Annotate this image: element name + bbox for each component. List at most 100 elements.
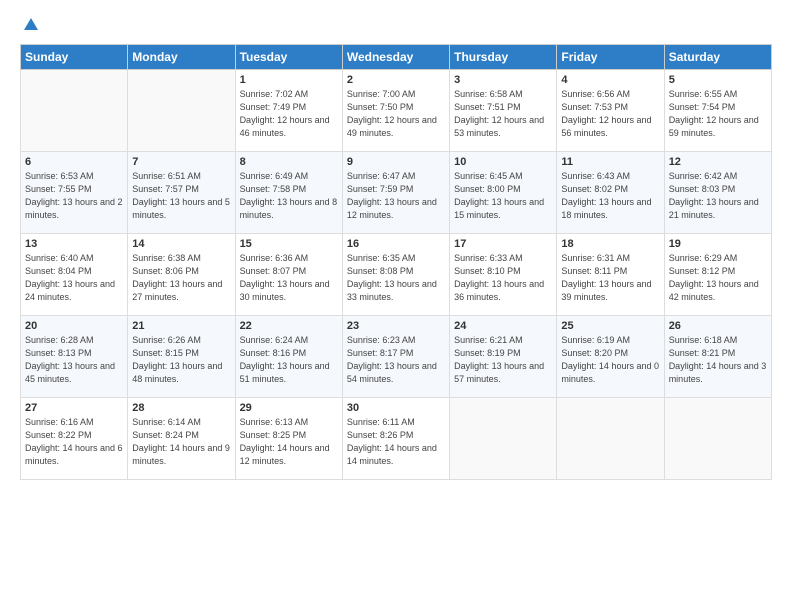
day-cell <box>21 70 128 152</box>
weekday-header-row: SundayMondayTuesdayWednesdayThursdayFrid… <box>21 45 772 70</box>
day-info: Sunrise: 6:53 AM Sunset: 7:55 PM Dayligh… <box>25 170 123 222</box>
week-row-3: 13 Sunrise: 6:40 AM Sunset: 8:04 PM Dayli… <box>21 234 772 316</box>
day-number: 27 <box>25 402 123 414</box>
day-cell <box>557 398 664 480</box>
day-number: 1 <box>240 74 338 86</box>
day-cell: 17Sunrise: 6:33 AM Sunset: 8:10 PM Dayli… <box>450 234 557 316</box>
logo <box>20 16 40 34</box>
day-number: 12 <box>669 156 767 168</box>
calendar: SundayMondayTuesdayWednesdayThursdayFrid… <box>20 44 772 480</box>
day-number: 7 <box>132 156 230 168</box>
day-number: 21 <box>132 320 230 332</box>
day-number: 22 <box>240 320 338 332</box>
day-number: 17 <box>454 238 552 250</box>
weekday-header-monday: Monday <box>128 45 235 70</box>
day-info: Sunrise: 6:23 AM Sunset: 8:17 PM Dayligh… <box>347 334 445 386</box>
day-number: 26 <box>669 320 767 332</box>
day-cell: 24Sunrise: 6:21 AM Sunset: 8:19 PM Dayli… <box>450 316 557 398</box>
day-cell: 28 Sunrise: 6:14 AM Sunset: 8:24 PM Dayli… <box>128 398 235 480</box>
day-info: Sunrise: 6:56 AM Sunset: 7:53 PM Dayligh… <box>561 88 659 140</box>
day-info: Sunrise: 6:18 AM Sunset: 8:21 PM Dayligh… <box>669 334 767 386</box>
day-info: Sunrise: 6:51 AM Sunset: 7:57 PM Dayligh… <box>132 170 230 222</box>
day-info: Sunrise: 6:16 AM Sunset: 8:22 PM Dayligh… <box>25 416 123 468</box>
day-number: 19 <box>669 238 767 250</box>
day-info: Sunrise: 6:43 AM Sunset: 8:02 PM Dayligh… <box>561 170 659 222</box>
day-info: Sunrise: 6:49 AM Sunset: 7:58 PM Dayligh… <box>240 170 338 222</box>
day-info: Sunrise: 6:31 AM Sunset: 8:11 PM Dayligh… <box>561 252 659 304</box>
header <box>20 16 772 34</box>
weekday-header-wednesday: Wednesday <box>342 45 449 70</box>
week-row-4: 20 Sunrise: 6:28 AM Sunset: 8:13 PM Dayli… <box>21 316 772 398</box>
day-cell: 20 Sunrise: 6:28 AM Sunset: 8:13 PM Dayli… <box>21 316 128 398</box>
day-number: 5 <box>669 74 767 86</box>
day-cell: 18 Sunrise: 6:31 AM Sunset: 8:11 PM Dayli… <box>557 234 664 316</box>
week-row-2: 6 Sunrise: 6:53 AM Sunset: 7:55 PM Daylig… <box>21 152 772 234</box>
day-info: Sunrise: 6:38 AM Sunset: 8:06 PM Dayligh… <box>132 252 230 304</box>
day-number: 3 <box>454 74 552 86</box>
day-info: Sunrise: 7:00 AM Sunset: 7:50 PM Dayligh… <box>347 88 445 140</box>
week-row-1: 1Sunrise: 7:02 AM Sunset: 7:49 PM Daylig… <box>21 70 772 152</box>
day-cell: 2 Sunrise: 7:00 AM Sunset: 7:50 PM Daylig… <box>342 70 449 152</box>
day-number: 8 <box>240 156 338 168</box>
day-number: 15 <box>240 238 338 250</box>
day-number: 11 <box>561 156 659 168</box>
day-number: 20 <box>25 320 123 332</box>
day-info: Sunrise: 6:28 AM Sunset: 8:13 PM Dayligh… <box>25 334 123 386</box>
day-info: Sunrise: 6:42 AM Sunset: 8:03 PM Dayligh… <box>669 170 767 222</box>
day-number: 14 <box>132 238 230 250</box>
logo-icon <box>22 16 40 34</box>
day-cell: 14 Sunrise: 6:38 AM Sunset: 8:06 PM Dayli… <box>128 234 235 316</box>
day-cell: 26 Sunrise: 6:18 AM Sunset: 8:21 PM Dayli… <box>664 316 771 398</box>
day-cell: 29 Sunrise: 6:13 AM Sunset: 8:25 PM Dayli… <box>235 398 342 480</box>
day-number: 18 <box>561 238 659 250</box>
day-cell: 5Sunrise: 6:55 AM Sunset: 7:54 PM Daylig… <box>664 70 771 152</box>
day-info: Sunrise: 6:19 AM Sunset: 8:20 PM Dayligh… <box>561 334 659 386</box>
day-cell: 23Sunrise: 6:23 AM Sunset: 8:17 PM Dayli… <box>342 316 449 398</box>
day-info: Sunrise: 6:21 AM Sunset: 8:19 PM Dayligh… <box>454 334 552 386</box>
day-cell: 6 Sunrise: 6:53 AM Sunset: 7:55 PM Daylig… <box>21 152 128 234</box>
day-number: 25 <box>561 320 659 332</box>
day-info: Sunrise: 6:26 AM Sunset: 8:15 PM Dayligh… <box>132 334 230 386</box>
weekday-header-tuesday: Tuesday <box>235 45 342 70</box>
day-cell: 1Sunrise: 7:02 AM Sunset: 7:49 PM Daylig… <box>235 70 342 152</box>
day-cell: 27 Sunrise: 6:16 AM Sunset: 8:22 PM Dayli… <box>21 398 128 480</box>
day-info: Sunrise: 6:58 AM Sunset: 7:51 PM Dayligh… <box>454 88 552 140</box>
day-cell <box>664 398 771 480</box>
day-cell <box>450 398 557 480</box>
day-cell: 12 Sunrise: 6:42 AM Sunset: 8:03 PM Dayli… <box>664 152 771 234</box>
day-info: Sunrise: 6:13 AM Sunset: 8:25 PM Dayligh… <box>240 416 338 468</box>
weekday-header-sunday: Sunday <box>21 45 128 70</box>
day-cell: 25 Sunrise: 6:19 AM Sunset: 8:20 PM Dayli… <box>557 316 664 398</box>
day-info: Sunrise: 6:35 AM Sunset: 8:08 PM Dayligh… <box>347 252 445 304</box>
day-cell: 10Sunrise: 6:45 AM Sunset: 8:00 PM Dayli… <box>450 152 557 234</box>
day-info: Sunrise: 6:24 AM Sunset: 8:16 PM Dayligh… <box>240 334 338 386</box>
day-info: Sunrise: 6:36 AM Sunset: 8:07 PM Dayligh… <box>240 252 338 304</box>
day-info: Sunrise: 6:47 AM Sunset: 7:59 PM Dayligh… <box>347 170 445 222</box>
day-number: 4 <box>561 74 659 86</box>
day-number: 29 <box>240 402 338 414</box>
day-cell <box>128 70 235 152</box>
day-cell: 13 Sunrise: 6:40 AM Sunset: 8:04 PM Dayli… <box>21 234 128 316</box>
day-cell: 15 Sunrise: 6:36 AM Sunset: 8:07 PM Dayli… <box>235 234 342 316</box>
day-cell: 9Sunrise: 6:47 AM Sunset: 7:59 PM Daylig… <box>342 152 449 234</box>
day-info: Sunrise: 6:45 AM Sunset: 8:00 PM Dayligh… <box>454 170 552 222</box>
day-cell: 3 Sunrise: 6:58 AM Sunset: 7:51 PM Daylig… <box>450 70 557 152</box>
weekday-header-thursday: Thursday <box>450 45 557 70</box>
day-info: Sunrise: 6:29 AM Sunset: 8:12 PM Dayligh… <box>669 252 767 304</box>
weekday-header-saturday: Saturday <box>664 45 771 70</box>
day-info: Sunrise: 6:40 AM Sunset: 8:04 PM Dayligh… <box>25 252 123 304</box>
day-info: Sunrise: 6:14 AM Sunset: 8:24 PM Dayligh… <box>132 416 230 468</box>
day-number: 30 <box>347 402 445 414</box>
week-row-5: 27 Sunrise: 6:16 AM Sunset: 8:22 PM Dayli… <box>21 398 772 480</box>
day-number: 13 <box>25 238 123 250</box>
day-cell: 30 Sunrise: 6:11 AM Sunset: 8:26 PM Dayli… <box>342 398 449 480</box>
day-number: 16 <box>347 238 445 250</box>
day-number: 2 <box>347 74 445 86</box>
day-number: 6 <box>25 156 123 168</box>
day-cell: 16 Sunrise: 6:35 AM Sunset: 8:08 PM Dayli… <box>342 234 449 316</box>
page: SundayMondayTuesdayWednesdayThursdayFrid… <box>0 0 792 612</box>
day-cell: 21 Sunrise: 6:26 AM Sunset: 8:15 PM Dayli… <box>128 316 235 398</box>
day-info: Sunrise: 6:11 AM Sunset: 8:26 PM Dayligh… <box>347 416 445 468</box>
weekday-header-friday: Friday <box>557 45 664 70</box>
day-number: 28 <box>132 402 230 414</box>
